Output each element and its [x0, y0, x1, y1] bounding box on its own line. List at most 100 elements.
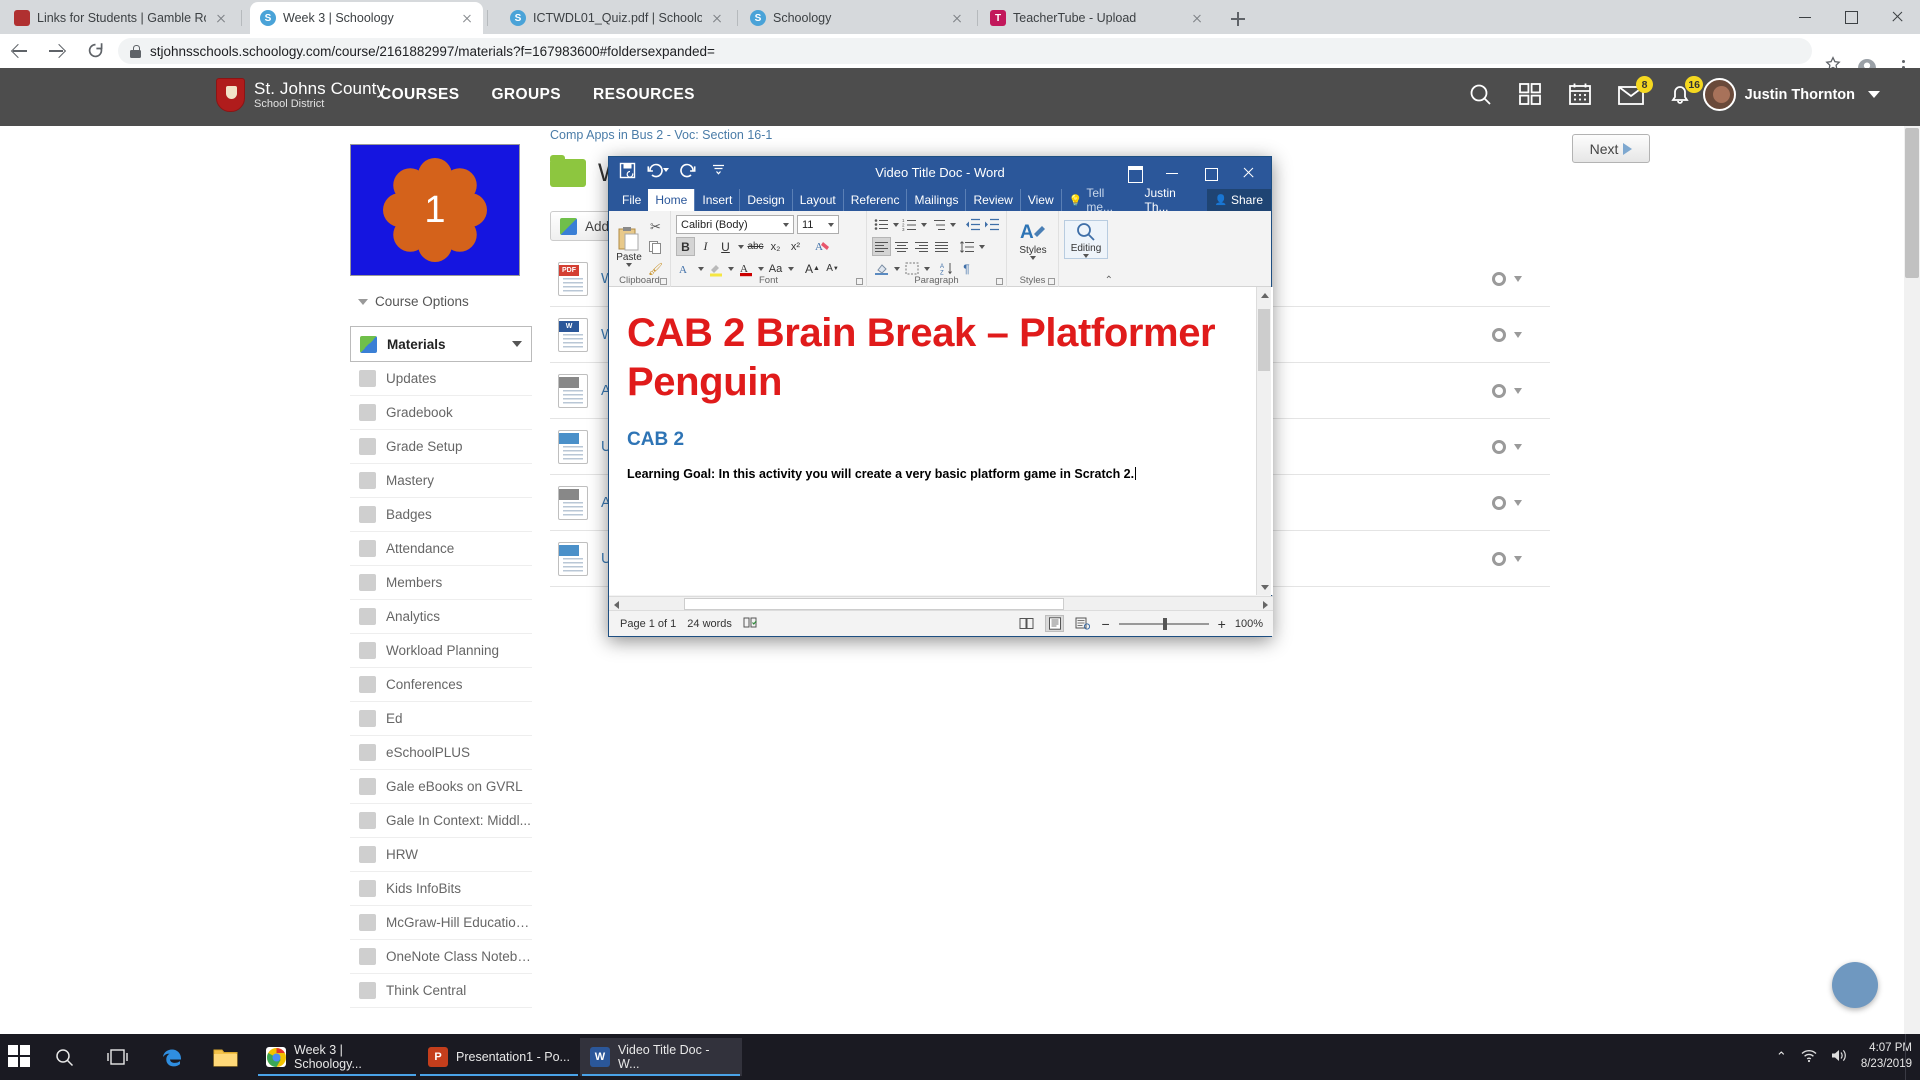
- share-button[interactable]: 👤 Share: [1206, 189, 1271, 211]
- chevron-down-icon[interactable]: [1514, 388, 1522, 394]
- nav-resources[interactable]: RESOURCES: [593, 86, 695, 104]
- word-account-name[interactable]: Justin Th...: [1137, 186, 1206, 214]
- sidebar-item-hrw[interactable]: HRW: [350, 838, 532, 872]
- sidebar-item-gradebook[interactable]: Gradebook: [350, 396, 532, 430]
- editing-button[interactable]: Editing: [1064, 220, 1108, 259]
- word-tab-review[interactable]: Review: [965, 189, 1019, 211]
- scroll-up-icon[interactable]: [1257, 287, 1272, 303]
- sidebar-item-attendance[interactable]: Attendance: [350, 532, 532, 566]
- sidebar-item-kids-infobits[interactable]: Kids InfoBits: [350, 872, 532, 906]
- word-horizontal-scrollbar[interactable]: [609, 596, 1273, 610]
- numbering-icon[interactable]: 123: [901, 215, 919, 234]
- start-button[interactable]: [8, 1045, 32, 1069]
- browser-tab-4[interactable]: T TeacherTube - Upload: [980, 2, 1213, 34]
- web-layout-icon[interactable]: [1073, 615, 1092, 632]
- show-desktop-button[interactable]: [1905, 1034, 1912, 1080]
- file-explorer-icon[interactable]: [209, 1042, 241, 1072]
- sidebar-item-mcgraw-hill-education[interactable]: McGraw-Hill Education...: [350, 906, 532, 940]
- print-layout-icon[interactable]: [1045, 615, 1065, 632]
- gear-icon[interactable]: [1492, 271, 1506, 286]
- notifications-bell-icon[interactable]: 16: [1668, 76, 1703, 108]
- align-center-icon[interactable]: [892, 237, 911, 256]
- sidebar-item-mastery[interactable]: Mastery: [350, 464, 532, 498]
- gear-icon[interactable]: [1492, 551, 1506, 566]
- proofing-errors-icon[interactable]: [743, 616, 758, 632]
- numbering-options-icon[interactable]: [920, 215, 929, 234]
- word-vscroll-thumb[interactable]: [1258, 309, 1270, 371]
- sidebar-item-gale-in-context-middl[interactable]: Gale In Context: Middl...: [350, 804, 532, 838]
- subscript-button[interactable]: x₂: [766, 237, 785, 256]
- page-count-status[interactable]: Page 1 of 1: [620, 618, 676, 630]
- browser-tab-3[interactable]: S Schoology: [740, 2, 973, 34]
- zoom-slider[interactable]: [1118, 617, 1209, 630]
- increase-indent-icon[interactable]: [983, 215, 1001, 234]
- zoom-slider-thumb[interactable]: [1162, 617, 1167, 630]
- sidebar-item-badges[interactable]: Badges: [350, 498, 532, 532]
- chevron-down-icon[interactable]: [1514, 276, 1522, 282]
- browser-tab-0[interactable]: Links for Students | Gamble Rog: [4, 2, 237, 34]
- word-tab-view[interactable]: View: [1019, 189, 1061, 211]
- word-close-button[interactable]: [1229, 157, 1267, 189]
- read-mode-icon[interactable]: [1017, 615, 1036, 632]
- back-button[interactable]: [0, 34, 38, 68]
- bullets-icon[interactable]: [872, 215, 890, 234]
- word-window[interactable]: Video Title Doc - Word File Home Insert Des…: [608, 156, 1273, 637]
- chevron-down-icon[interactable]: [1514, 444, 1522, 450]
- scroll-down-icon[interactable]: [1257, 579, 1272, 595]
- tab-close-icon[interactable]: [1189, 10, 1205, 26]
- breadcrumb[interactable]: Comp Apps in Bus 2 - Voc: Section 16-1: [550, 128, 1550, 142]
- taskbar-app-powerpoint[interactable]: P Presentation1 - Po...: [418, 1038, 580, 1076]
- search-icon[interactable]: [48, 1042, 80, 1072]
- window-close-button[interactable]: [1874, 0, 1920, 34]
- multilevel-options-icon[interactable]: [949, 215, 958, 234]
- gear-icon[interactable]: [1492, 439, 1506, 454]
- taskbar-app-word[interactable]: W Video Title Doc - W...: [580, 1038, 742, 1076]
- district-logo[interactable]: St. Johns County School District: [216, 78, 385, 112]
- italic-button[interactable]: I: [696, 237, 715, 256]
- chevron-down-icon[interactable]: [512, 341, 522, 347]
- new-tab-button[interactable]: [1227, 8, 1249, 30]
- gear-icon[interactable]: [1492, 327, 1506, 342]
- copy-icon[interactable]: [646, 238, 665, 257]
- clipboard-dialog-launcher[interactable]: [660, 278, 667, 285]
- collapse-ribbon-icon[interactable]: ⌃: [1105, 275, 1113, 286]
- strikethrough-button[interactable]: abc: [746, 237, 765, 256]
- sidebar-item-ed[interactable]: Ed: [350, 702, 532, 736]
- zoom-out-button[interactable]: −: [1101, 616, 1109, 632]
- window-maximize-button[interactable]: [1828, 0, 1874, 34]
- search-icon[interactable]: [1468, 82, 1494, 108]
- zoom-in-button[interactable]: +: [1218, 616, 1226, 632]
- word-tab-mailings[interactable]: Mailings: [906, 189, 965, 211]
- sidebar-item-materials[interactable]: Materials: [350, 326, 532, 362]
- word-title-bar[interactable]: Video Title Doc - Word: [609, 157, 1271, 189]
- grid-apps-icon[interactable]: [1518, 82, 1544, 108]
- sidebar-item-conferences[interactable]: Conferences: [350, 668, 532, 702]
- styles-dialog-launcher[interactable]: [1048, 278, 1055, 285]
- wifi-icon[interactable]: [1800, 1048, 1818, 1066]
- word-tab-file[interactable]: File: [615, 189, 648, 211]
- course-options-toggle[interactable]: Course Options: [350, 294, 536, 309]
- show-hidden-icons[interactable]: ⌃: [1776, 1049, 1787, 1065]
- bold-button[interactable]: B: [676, 237, 695, 256]
- underline-button[interactable]: U: [716, 237, 735, 256]
- window-minimize-button[interactable]: [1782, 0, 1828, 34]
- sidebar-item-think-central[interactable]: Think Central: [350, 974, 532, 1008]
- line-spacing-options-icon[interactable]: [977, 237, 986, 256]
- volume-icon[interactable]: [1831, 1048, 1848, 1066]
- address-bar[interactable]: stjohnsschools.schoology.com/course/2161…: [118, 38, 1812, 64]
- cut-icon[interactable]: ✂: [646, 217, 665, 236]
- word-page[interactable]: CAB 2 Brain Break – Platformer Penguin C…: [609, 287, 1273, 481]
- sidebar-item-onenote-class-notebo[interactable]: OneNote Class Notebo...: [350, 940, 532, 974]
- font-size-select[interactable]: 11: [797, 215, 839, 234]
- course-image[interactable]: 1: [350, 144, 520, 276]
- align-left-icon[interactable]: [872, 237, 891, 256]
- browser-tab-1[interactable]: S Week 3 | Schoology: [250, 2, 483, 34]
- reload-icon[interactable]: [76, 34, 114, 68]
- tab-close-icon[interactable]: [709, 10, 725, 26]
- user-menu[interactable]: Justin Thornton: [1702, 78, 1880, 111]
- font-dialog-launcher[interactable]: [856, 278, 863, 285]
- justify-icon[interactable]: [932, 237, 951, 256]
- sidebar-item-workload-planning[interactable]: Workload Planning: [350, 634, 532, 668]
- help-bubble-button[interactable]: [1832, 962, 1878, 1008]
- zoom-level[interactable]: 100%: [1235, 618, 1263, 630]
